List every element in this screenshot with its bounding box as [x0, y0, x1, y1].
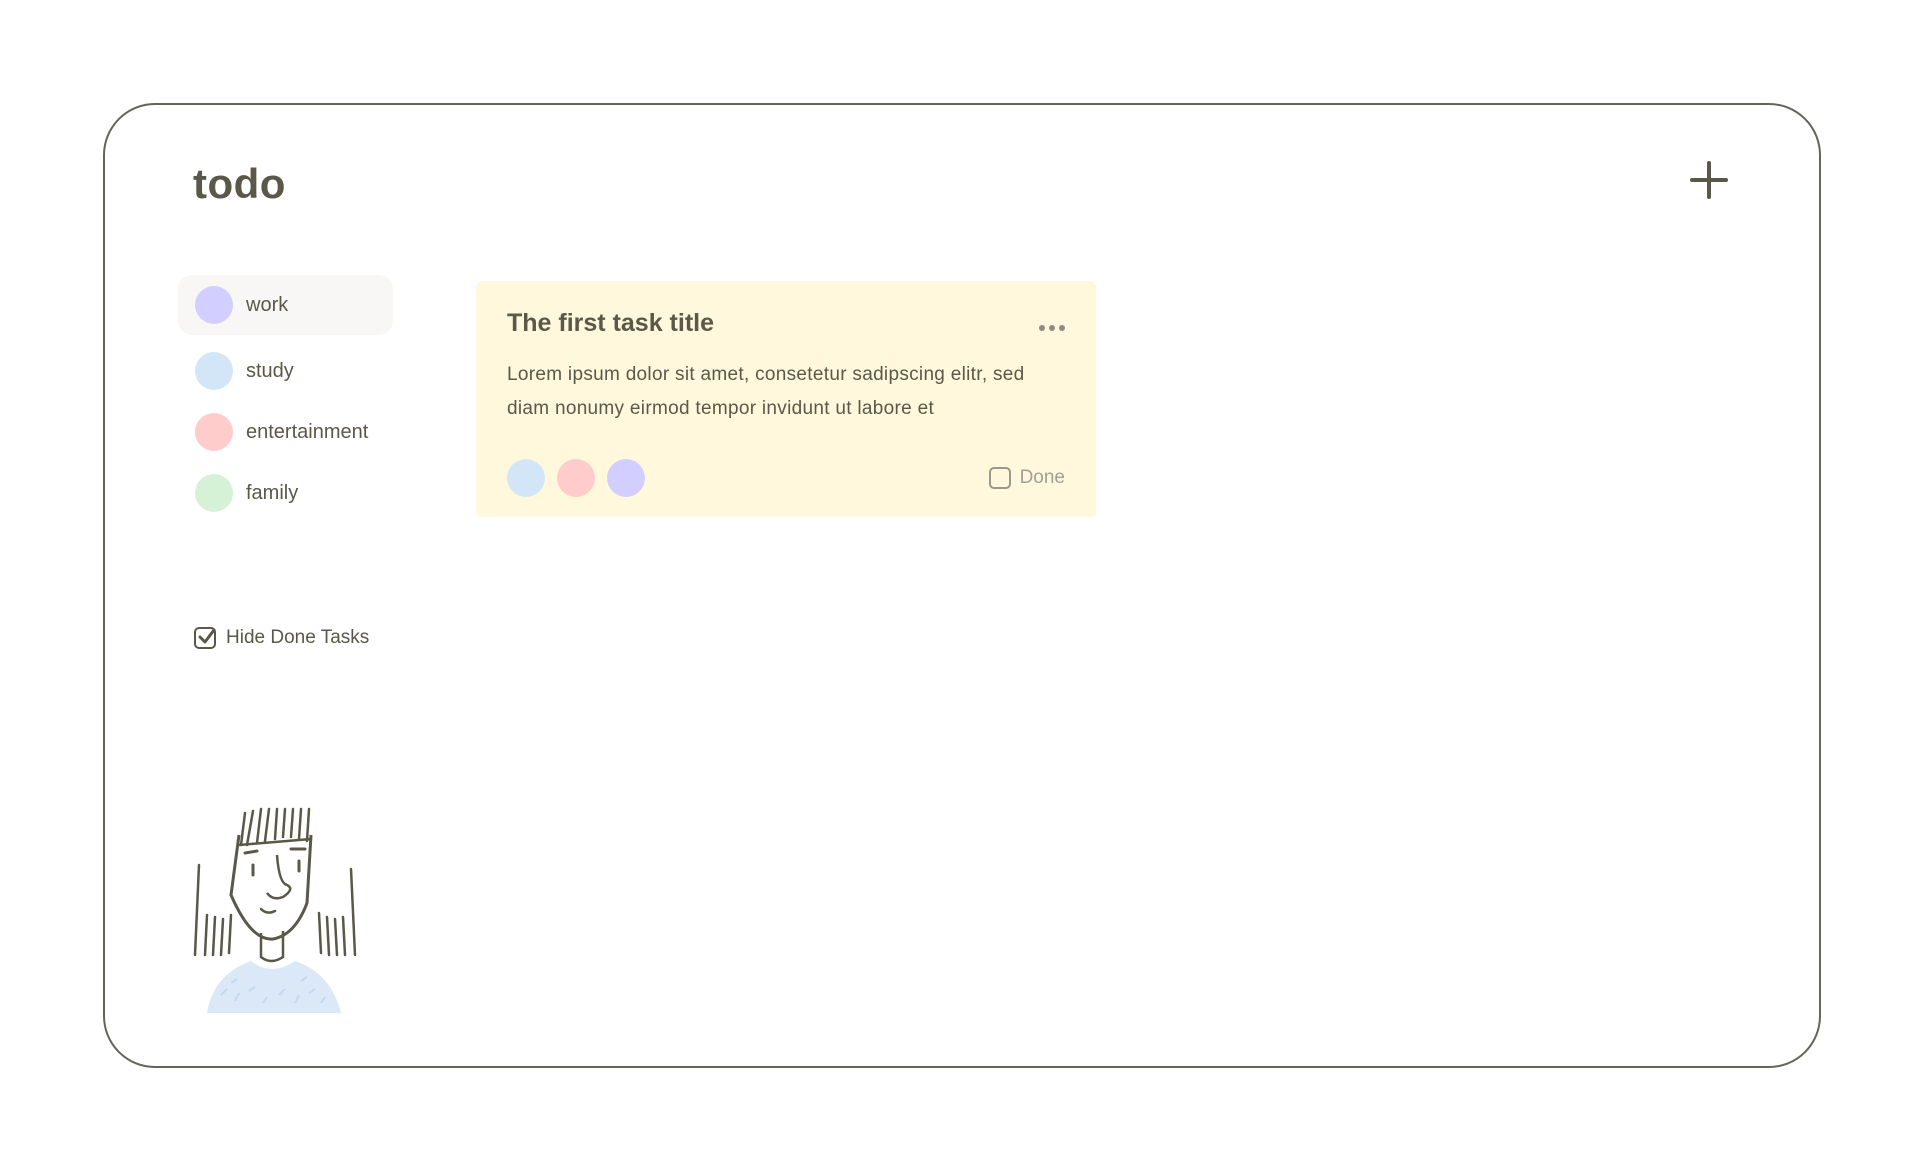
category-color-dot	[195, 474, 233, 512]
add-task-button[interactable]	[1689, 160, 1729, 200]
task-description: Lorem ipsum dolor sit amet, consetetur s…	[507, 364, 1025, 419]
task-card[interactable]: The first task title Lorem ipsum dolor s…	[476, 281, 1096, 517]
category-work[interactable]: work	[178, 275, 393, 335]
category-label: family	[246, 481, 299, 504]
tag-dot-study	[507, 459, 545, 497]
more-horizontal-icon[interactable]	[1039, 321, 1065, 335]
done-label: Done	[1019, 467, 1065, 488]
category-label: entertainment	[246, 420, 369, 443]
checkmark-icon	[198, 628, 216, 644]
person-illustration-icon	[191, 805, 391, 1015]
task-tags	[507, 459, 645, 497]
tag-dot-work	[607, 459, 645, 497]
category-color-dot	[195, 352, 233, 390]
app-window: todo work study entertainment family Hid…	[103, 103, 1821, 1068]
hide-done-tasks-toggle[interactable]: Hide Done Tasks	[194, 627, 369, 649]
task-done-toggle[interactable]: Done	[988, 467, 1065, 489]
category-label: work	[246, 293, 289, 316]
hide-done-checkbox[interactable]	[194, 627, 216, 649]
category-entertainment[interactable]: entertainment	[178, 402, 393, 462]
tag-dot-entertainment	[557, 459, 595, 497]
category-study[interactable]: study	[178, 341, 393, 401]
category-color-dot	[195, 413, 233, 451]
done-checkbox[interactable]	[988, 467, 1011, 489]
app-title: todo	[193, 160, 286, 207]
category-label: study	[246, 359, 294, 382]
category-color-dot	[195, 286, 233, 324]
category-family[interactable]: family	[178, 463, 393, 523]
hide-done-label: Hide Done Tasks	[226, 627, 370, 648]
task-title: The first task title	[507, 309, 714, 337]
